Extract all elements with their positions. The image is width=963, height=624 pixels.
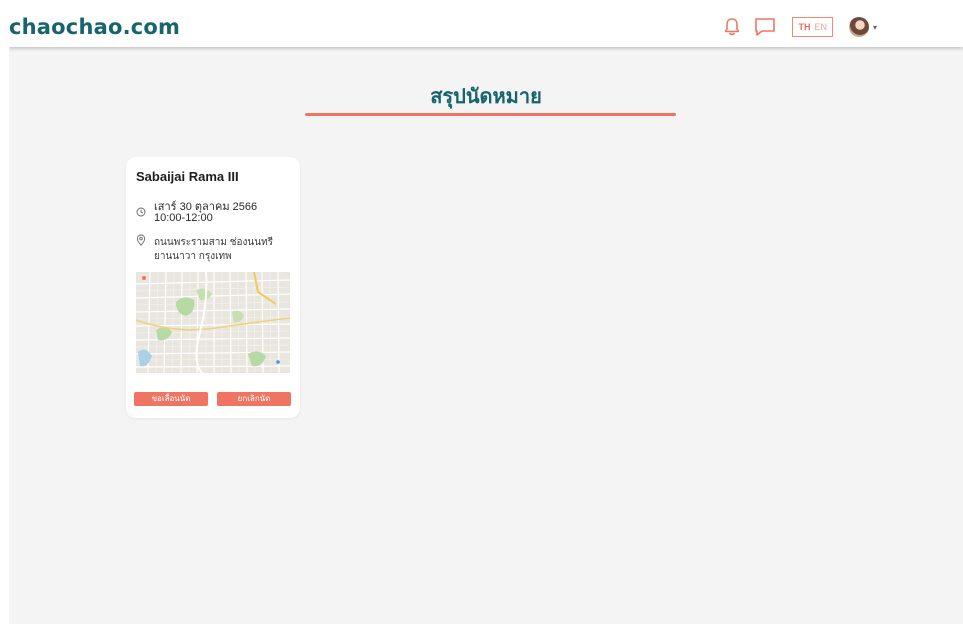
lang-th-option[interactable]: TH bbox=[798, 22, 810, 32]
page-title: สรุปนัดหมาย bbox=[430, 86, 542, 108]
avatar[interactable] bbox=[848, 17, 869, 37]
address-line-2: ยานนาวา กรุงเทพ bbox=[154, 251, 232, 262]
bell-icon[interactable] bbox=[724, 17, 740, 37]
cancel-button[interactable]: ยกเลิกนัด bbox=[217, 392, 291, 406]
lang-en-option[interactable]: EN bbox=[814, 22, 827, 32]
language-toggle[interactable]: TH EN bbox=[792, 17, 833, 37]
navbar-actions: TH EN ▾ bbox=[724, 17, 877, 37]
title-underline bbox=[305, 113, 676, 116]
chat-icon[interactable] bbox=[754, 17, 776, 37]
location-pin-icon bbox=[136, 234, 146, 246]
clock-icon bbox=[136, 207, 146, 217]
venue-name: Sabaijai Rama III bbox=[136, 169, 239, 184]
app-frame: chaochao.com TH EN ▾ สรุปนัดหมาย Sabaija… bbox=[9, 7, 963, 624]
location-map[interactable] bbox=[136, 272, 290, 373]
appointment-card: Sabaijai Rama III เสาร์ 30 ตุลาคม 2566 1… bbox=[126, 157, 300, 418]
postpone-button[interactable]: ขอเลื่อนนัด bbox=[134, 392, 208, 406]
user-menu[interactable]: ▾ bbox=[848, 17, 877, 37]
brand-logo[interactable]: chaochao.com bbox=[9, 15, 180, 39]
address-line-1: ถนนพระรามสาม ช่องนนทรี bbox=[154, 237, 274, 248]
top-navbar: chaochao.com TH EN ▾ bbox=[9, 7, 963, 47]
chevron-down-icon[interactable]: ▾ bbox=[873, 23, 877, 32]
appointment-time: 10:00-12:00 bbox=[154, 212, 213, 224]
